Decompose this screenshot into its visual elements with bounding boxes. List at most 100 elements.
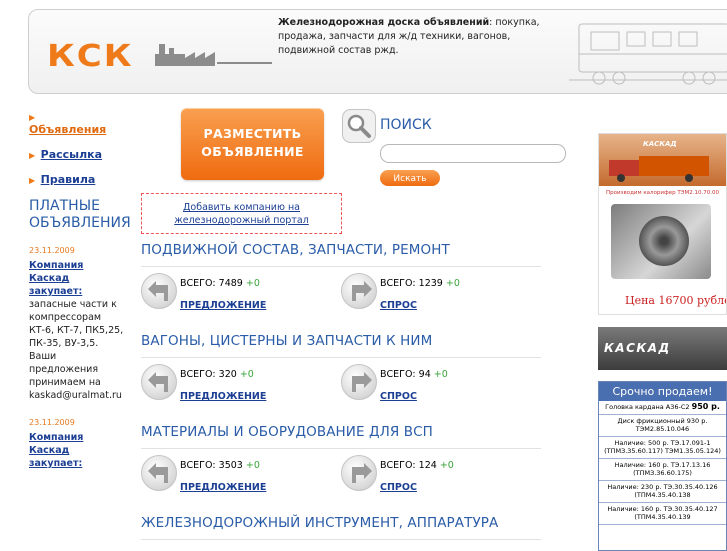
search-icon	[342, 109, 376, 143]
category-section: ВАГОНЫ, ЦИСТЕРНЫ И ЗАПЧАСТИ К НИМ ВСЕГО:…	[141, 333, 541, 408]
kaskad-banner[interactable]: КАСКАД	[598, 327, 727, 370]
arrow-icon: ▶	[29, 113, 36, 122]
nav-link-ads[interactable]: Объявления	[29, 123, 106, 136]
arrow-icon: ▶	[29, 176, 36, 185]
demand-icon	[341, 364, 377, 400]
section-row: ВСЕГО: 320 +0 ПРЕДЛОЖЕНИЕ ВСЕГО: 94 +0 С…	[141, 358, 541, 408]
urgent-item-text: Наличие: 160 р. ТЭ.17.13.16 (ТПМЗ.36.60.…	[614, 460, 711, 478]
urgent-item-text: Наличие: 160 р. ТЭ.30.35.40.127 (ТПМ4.35…	[607, 504, 718, 522]
offer-total: ВСЕГО: 320	[180, 369, 237, 380]
nav-item-mailing: ▶ Рассылка	[29, 148, 124, 161]
arrow-icon: ▶	[29, 151, 36, 160]
offer-plus: +0	[245, 460, 260, 471]
offer-count: ВСЕГО: 320 +0	[180, 369, 254, 380]
offer-plus: +0	[245, 278, 260, 289]
offer-link[interactable]: ПРЕДЛОЖЕНИЕ	[180, 482, 266, 493]
urgent-item-text: Наличие: 500 р. ТЭ.17.091-1 (ТПМЗ.35.60.…	[604, 438, 721, 456]
nav-item-ads: ▶ Объявления	[29, 110, 124, 136]
category-section: ПОДВИЖНОЙ СОСТАВ, ЗАПЧАСТИ, РЕМОНТ ВСЕГО…	[141, 242, 541, 317]
offer-plus: +0	[239, 369, 254, 380]
banner2-brand: КАСКАД	[604, 341, 671, 355]
factory-icon	[155, 44, 272, 66]
urgent-item[interactable]: Наличие: 160 р. ТЭ.30.35.40.127 (ТПМ4.35…	[599, 503, 726, 525]
banner-price: Цена 16700 рублей	[625, 294, 727, 307]
urgent-item-text: Диск фрикционный 930 р. ТЭМ2.85.10.046	[617, 416, 708, 434]
urgent-item[interactable]: Наличие: 500 р. ТЭ.17.091-1 (ТПМЗ.35.60.…	[599, 437, 726, 459]
offer-link[interactable]: ПРЕДЛОЖЕНИЕ	[180, 300, 266, 311]
urgent-item[interactable]: Диск фрикционный 930 р. ТЭМ2.85.10.046	[599, 415, 726, 437]
nav-link-rules[interactable]: Правила	[41, 173, 96, 186]
demand-link[interactable]: СПРОС	[380, 391, 417, 402]
tagline-bold: Железнодорожная доска объявлений	[278, 17, 490, 28]
logo[interactable]: КСК	[47, 36, 272, 76]
ad-date: 23.11.2009	[29, 418, 75, 427]
category-section: ЖЕЛЕЗНОДОРОЖНЫЙ ИНСТРУМЕНТ, АППАРАТУРА	[141, 515, 541, 540]
demand-plus: +0	[445, 278, 460, 289]
kaskad-heater-banner[interactable]: КАСКАД Производим калорифер ТЭМ2.10.70.0…	[598, 133, 727, 315]
demand-icon	[341, 455, 377, 491]
offer-icon	[141, 364, 177, 400]
offer-count: ВСЕГО: 7489 +0	[180, 278, 260, 289]
logo-text: КСК	[47, 38, 134, 74]
demand-count: ВСЕГО: 94 +0	[380, 369, 448, 380]
demand-total: ВСЕГО: 124	[380, 460, 437, 471]
urgent-item[interactable]: Наличие: 230 р. ТЭ.30.35.40.126 (ТПМ4.35…	[599, 481, 726, 503]
banner-brand: КАСКАД	[643, 140, 677, 148]
section-title: ПОДВИЖНОЙ СОСТАВ, ЗАПЧАСТИ, РЕМОНТ	[141, 242, 541, 267]
urgent-item[interactable]: Головка кардана А36-С2 950 р.	[599, 401, 726, 415]
offer-link[interactable]: ПРЕДЛОЖЕНИЕ	[180, 391, 266, 402]
post-ad-button[interactable]: РАЗМЕСТИТЬ ОБЪЯВЛЕНИЕ	[181, 108, 324, 180]
post-ad-line2: ОБЪЯВЛЕНИЕ	[201, 144, 304, 159]
paid-ad: 23.11.2009 Компания Каскад закупает:	[29, 416, 124, 470]
offer-total: ВСЕГО: 3503	[180, 460, 243, 471]
ad-text: запасные части к компрессорам КТ-6, КТ-7…	[29, 299, 124, 401]
urgent-item-price: 950 р.	[691, 402, 720, 411]
demand-count: ВСЕГО: 1239 +0	[380, 278, 460, 289]
search-input[interactable]	[380, 144, 566, 163]
add-company-link[interactable]: Добавить компанию на железнодорожный пор…	[174, 202, 309, 226]
fan-icon	[639, 216, 689, 266]
heater-image	[611, 204, 711, 279]
urgent-sale-box: Срочно продаем! Головка кардана А36-С2 9…	[598, 381, 727, 551]
demand-count: ВСЕГО: 124 +0	[380, 460, 454, 471]
urgent-item-text: Наличие: 230 р. ТЭ.30.35.40.126 (ТПМ4.35…	[607, 482, 718, 500]
offer-icon	[141, 455, 177, 491]
truck-icon	[609, 156, 709, 182]
urgent-item-text: Головка кардана А36-С2	[605, 403, 690, 411]
ad-title-link[interactable]: Компания Каскад закупает:	[29, 431, 124, 470]
demand-total: ВСЕГО: 1239	[380, 278, 443, 289]
section-title: ЖЕЛЕЗНОДОРОЖНЫЙ ИНСТРУМЕНТ, АППАРАТУРА	[141, 515, 541, 540]
urgent-title: Срочно продаем!	[599, 382, 726, 401]
ad-date: 23.11.2009	[29, 246, 75, 255]
offer-icon	[141, 273, 177, 309]
ad-title-link[interactable]: Компания Каскад закупает:	[29, 259, 124, 298]
demand-plus: +0	[439, 460, 454, 471]
offer-total: ВСЕГО: 7489	[180, 278, 243, 289]
paid-ads-title: ПЛАТНЫЕ ОБЪЯВЛЕНИЯ	[29, 198, 131, 231]
tagline: Железнодорожная доска объявлений: покупк…	[278, 17, 540, 56]
add-company-box: Добавить компанию на железнодорожный пор…	[141, 193, 342, 234]
nav-item-rules: ▶ Правила	[29, 173, 124, 186]
left-column: ▶ Объявления ▶ Рассылка ▶ Правила ПЛАТНЫ…	[29, 110, 131, 484]
demand-icon	[341, 273, 377, 309]
paid-ad: 23.11.2009 Компания Каскад закупает: зап…	[29, 244, 124, 402]
section-title: ВАГОНЫ, ЦИСТЕРНЫ И ЗАПЧАСТИ К НИМ	[141, 333, 541, 358]
banner-header: КАСКАД	[599, 134, 726, 186]
search-button[interactable]: Искать	[380, 170, 440, 186]
search-title: ПОИСК	[380, 117, 432, 133]
demand-link[interactable]: СПРОС	[380, 482, 417, 493]
demand-plus: +0	[433, 369, 448, 380]
section-title: МАТЕРИАЛЫ И ОБОРУДОВАНИЕ ДЛЯ ВСП	[141, 424, 541, 449]
section-row: ВСЕГО: 7489 +0 ПРЕДЛОЖЕНИЕ ВСЕГО: 1239 +…	[141, 267, 541, 317]
urgent-item[interactable]: Наличие: 160 р. ТЭ.17.13.16 (ТПМЗ.36.60.…	[599, 459, 726, 481]
section-row: ВСЕГО: 3503 +0 ПРЕДЛОЖЕНИЕ ВСЕГО: 124 +0…	[141, 449, 541, 499]
post-ad-line1: РАЗМЕСТИТЬ	[203, 126, 302, 141]
locomotive-icon	[569, 23, 727, 85]
offer-count: ВСЕГО: 3503 +0	[180, 460, 260, 471]
banner-subtitle: Производим калорифер ТЭМ2.10.70.00	[605, 190, 720, 196]
demand-link[interactable]: СПРОС	[380, 300, 417, 311]
nav-link-mailing[interactable]: Рассылка	[41, 148, 102, 161]
demand-total: ВСЕГО: 94	[380, 369, 431, 380]
category-section: МАТЕРИАЛЫ И ОБОРУДОВАНИЕ ДЛЯ ВСП ВСЕГО: …	[141, 424, 541, 499]
site-header: КСК Железнодорожная доска объявлений: по…	[28, 9, 727, 94]
